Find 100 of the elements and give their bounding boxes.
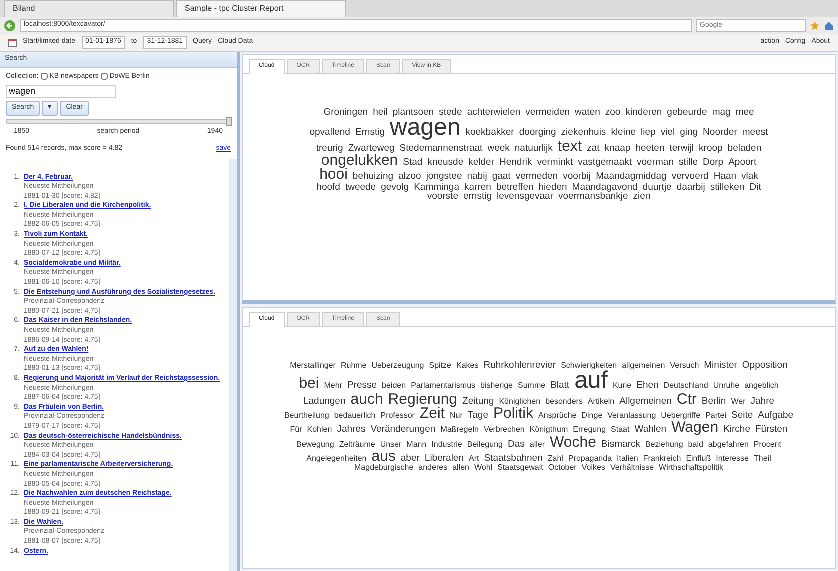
cloud-word[interactable]: Wohl [474,464,493,472]
cloud-word[interactable]: Ueberzeugung [372,362,424,370]
cloud-word[interactable]: Dorp [703,158,724,168]
cloud-word[interactable]: zat [587,144,600,153]
cloud-word[interactable]: Maandagavond [572,182,638,192]
cloud-word[interactable]: Zwarteweg [348,144,395,153]
cloud-word[interactable]: achterwielen [467,108,521,118]
cloud-word[interactable]: plantsoen [392,108,434,118]
cloud-word[interactable]: knaap [604,144,631,153]
cloud-word[interactable]: wagen [390,117,461,140]
cloud-word[interactable]: Nur [450,412,463,420]
cloud-word[interactable]: Apoort [728,158,757,168]
cloud-word[interactable]: Schwierigkeiten [561,362,618,370]
cloud-word[interactable]: vlak [742,172,758,182]
cloud-word[interactable]: koekbakker [466,128,514,138]
cloud-word[interactable]: Kirche [724,425,750,434]
cloud-word[interactable]: Maßregeln [440,426,479,434]
cloud-word[interactable]: Summe [518,382,546,390]
cloud-word[interactable]: Staatsbahnen [484,454,543,463]
cloud-word[interactable]: stilleken [710,182,745,192]
cloud-word[interactable]: Angelegenheiten [306,454,367,462]
browser-tab[interactable]: Sample - tpc Cluster Report [176,0,346,17]
cloud-word[interactable]: Partei [706,412,726,420]
cloud-word[interactable]: allgemeinen [622,362,666,370]
cloud-word[interactable]: Das [508,440,525,449]
cloud-word[interactable]: Wirthschaftspolitik [659,464,724,472]
cloud-word[interactable]: levensgevaar [497,192,554,201]
cloud-word[interactable]: Stad [403,158,423,168]
cloud-word[interactable]: Königthum [530,426,568,434]
cloud-word[interactable]: ernstig [463,192,492,201]
cloud-word[interactable]: heil [373,108,388,118]
cloud-word[interactable]: Staatsgewalt [498,464,544,472]
cloud-word[interactable]: bei [299,377,320,392]
cloud-word[interactable]: Maandagmiddag [596,172,667,182]
cloud-word[interactable]: Zahl [548,454,564,462]
cloud-word[interactable]: Politik [493,407,534,422]
cloud-word[interactable]: besonders [546,398,583,406]
star-icon[interactable] [810,20,820,30]
cloud-word[interactable]: Ruhme [340,362,367,370]
cloud-word[interactable]: Theil [754,454,772,462]
cloud-word[interactable]: verminkt [537,158,574,168]
cloud-word[interactable]: Beilegung [467,440,503,448]
cloud-word[interactable]: allen [452,464,470,472]
cloud-word[interactable]: karren [464,182,492,192]
cloud-word[interactable]: Verhältnisse [610,464,654,472]
cloud-word[interactable]: Mehr [324,382,342,390]
cloud-word[interactable]: zoo [605,108,621,118]
cloud-word[interactable]: kelder [468,158,494,168]
cloud-word[interactable]: ziekenhuis [561,128,606,138]
cloud-word[interactable]: zien [633,192,651,201]
cloud-word[interactable]: aus [372,450,396,464]
cloud-word[interactable]: Frankreich [643,454,682,462]
cloud-word[interactable]: bald [688,440,704,448]
cloud-word[interactable]: vermeiden [526,108,570,118]
cloud-word[interactable]: doorging [519,128,556,138]
cloud-word[interactable]: alzoo [398,172,422,182]
cloud-word[interactable]: vermeden [516,172,558,182]
cloud-word[interactable]: terwijl [670,144,694,153]
cloud-word[interactable]: Beziehung [645,440,684,448]
cloud-word[interactable]: Kakes [456,362,479,370]
cloud-word[interactable]: betreffen [496,182,534,192]
back-icon[interactable] [4,20,16,32]
cloud-word[interactable]: abgefahren [708,440,749,448]
cloud-word[interactable]: Jahres [337,425,366,434]
browser-tab[interactable]: Biland [4,0,174,17]
cloud-word[interactable]: aller [530,440,545,448]
cloud-word[interactable]: hoofd [316,182,340,192]
cloud-word[interactable]: Für [290,426,302,434]
cloud-word[interactable]: Unser [380,440,402,448]
cloud-word[interactable]: Wagen [672,421,719,436]
cloud-word[interactable]: Merstallinger [290,362,336,370]
cloud-word[interactable]: Zeiträume [339,440,376,448]
cloud-word[interactable]: treurig [316,144,344,153]
cloud-word[interactable]: Procent [754,440,782,448]
cloud-word[interactable]: Uebergriffe [661,412,701,420]
cloud-word[interactable]: Zeit [420,407,445,422]
cloud-word[interactable]: beiden [382,382,406,390]
cloud-word[interactable]: stille [678,158,698,168]
cloud-word[interactable]: Ruhrkohlenrevier [484,361,556,370]
cloud-word[interactable]: meest [742,128,768,138]
cloud-word[interactable]: Ansprüche [538,412,577,420]
cloud-word[interactable]: Ernstig [355,128,385,138]
cloud-word[interactable]: voerman [637,158,674,168]
cloud-word[interactable]: voorbij [563,172,592,182]
cloud-word[interactable]: Stedemannenstraat [400,144,483,153]
cloud-word[interactable]: kinderen [626,108,662,118]
cloud-word[interactable]: voorste [427,192,458,201]
cloud-word[interactable]: natuurlijk [514,144,553,153]
cloud-word[interactable]: vervoerd [672,172,709,182]
cloud-word[interactable]: heeten [636,144,665,153]
cloud-word[interactable]: Spitze [429,362,452,370]
cloud-word[interactable]: voermansbankje [558,192,628,201]
cloud-word[interactable]: ging [680,128,698,138]
cloud-word[interactable]: Noorder [703,128,738,138]
cloud-word[interactable]: Bewegung [296,440,334,448]
cloud-word[interactable]: Unruhe [713,382,740,390]
cloud-word[interactable]: gevolg [381,182,410,192]
cloud-word[interactable]: behuizing [352,172,394,182]
cloud-word[interactable]: bisherige [480,382,513,390]
cloud-word[interactable]: kroop [699,144,723,153]
